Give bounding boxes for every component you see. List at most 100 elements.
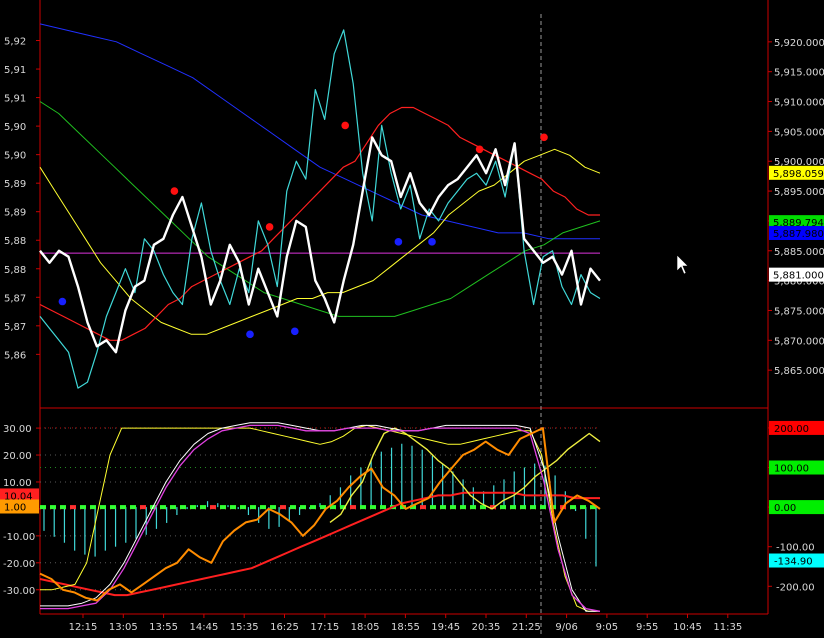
osc-left-tick-label: 30.00 <box>3 424 32 435</box>
zero-line-segment <box>310 505 316 510</box>
zero-line-segment <box>80 505 86 510</box>
price-right-tick-label: 5,865.000 <box>774 366 824 377</box>
price-left-tick-label: 5,92 <box>4 37 26 48</box>
zero-line-segment <box>420 505 426 510</box>
signal-dot <box>475 145 484 154</box>
price-right-tick-label: 5,920.000 <box>774 38 824 49</box>
price-left-tick-label: 5,87 <box>4 293 26 304</box>
zero-line-segment <box>580 505 586 510</box>
zero-line-segment <box>200 505 206 510</box>
price-left-tick-label: 5,89 <box>4 208 26 219</box>
zero-line-segment <box>460 505 466 510</box>
signal-dot <box>265 223 274 231</box>
x-tick-label: 16:25 <box>270 622 299 633</box>
zero-line-segment <box>170 505 176 510</box>
x-tick-label: 9:55 <box>636 622 658 633</box>
x-tick-label: 21:25 <box>512 622 541 633</box>
signal-dot <box>428 238 436 246</box>
price-right-tick-label: 5,895.000 <box>774 187 824 198</box>
osc-value-badge-label: 100.00 <box>774 464 809 475</box>
osc-left-badge-label: 1.00 <box>4 502 26 513</box>
x-tick-label: 18:55 <box>391 622 420 633</box>
price-value-badge-label: 5,881.000 <box>773 271 824 282</box>
zero-line-segment <box>140 505 146 510</box>
price-left-tick-label: 5,86 <box>4 350 26 361</box>
zero-line-segment <box>300 505 306 510</box>
x-tick-label: 14:45 <box>189 622 218 633</box>
zero-line-segment <box>50 505 56 510</box>
zero-line-segment <box>220 505 226 510</box>
price-left-tick-label: 5,90 <box>4 151 26 162</box>
x-tick-label: 19:45 <box>431 622 460 633</box>
x-tick-label: 9/06 <box>555 622 577 633</box>
x-tick-label: 13:55 <box>149 622 178 633</box>
zero-line-segment <box>370 505 376 510</box>
zero-line-segment <box>270 505 276 510</box>
zero-line-segment <box>540 505 546 510</box>
zero-line-segment <box>90 505 96 510</box>
signal-dot <box>341 121 350 130</box>
osc-value-badge-label: 200.00 <box>774 424 809 435</box>
osc-left-tick-label: -10.00 <box>3 532 35 543</box>
price-left-tick-label: 5,91 <box>4 94 26 105</box>
zero-line-segment <box>350 505 356 510</box>
zero-line-segment <box>450 505 456 510</box>
osc-left-tick-label: 20.00 <box>3 451 32 462</box>
zero-line-segment <box>100 505 106 510</box>
zero-line-segment <box>430 505 436 510</box>
signal-dot <box>170 187 179 195</box>
signal-dot <box>394 238 403 246</box>
osc-value-badge-label: 0.00 <box>774 503 796 514</box>
x-tick-label: 9:05 <box>596 622 618 633</box>
zero-line-segment <box>60 505 66 510</box>
zero-line-segment <box>440 505 446 510</box>
zero-line-segment <box>40 505 46 510</box>
osc-value-badge-label: -134.90 <box>774 557 813 568</box>
zero-line-segment <box>500 505 506 510</box>
zero-line-segment <box>280 505 286 510</box>
price-right-tick-label: 5,870.000 <box>774 336 824 347</box>
zero-line-segment <box>470 505 476 510</box>
signal-dot <box>540 133 548 142</box>
signal-dot <box>291 327 299 336</box>
zero-line-segment <box>260 505 266 510</box>
zero-line-segment <box>290 505 296 510</box>
x-tick-label: 10:45 <box>673 622 702 633</box>
zero-line-segment <box>110 505 116 510</box>
x-tick-label: 17:15 <box>310 622 339 633</box>
chart-canvas: 5,92 5,91 5,91 5,90 5,90 5,89 5,89 5,88 5,88 5,87… <box>0 0 824 634</box>
price-left-tick-label: 5,88 <box>4 265 26 276</box>
price-left-tick-label: 5,87 <box>4 322 26 333</box>
zero-line-segment <box>570 505 576 510</box>
zero-line-segment <box>360 505 366 510</box>
zero-line-segment <box>120 505 126 510</box>
osc-left-tick-label: -20.00 <box>3 559 35 570</box>
zero-line-segment <box>520 505 526 510</box>
zero-line-segment <box>210 505 216 510</box>
osc-left-tick-label: 10.00 <box>3 478 32 489</box>
zero-line-segment <box>530 505 536 510</box>
zero-line-segment <box>70 505 76 510</box>
x-tick-label: 11:35 <box>713 622 742 633</box>
zero-line-segment <box>190 505 196 510</box>
zero-line-segment <box>510 505 516 510</box>
price-right-tick-label: 5,910.000 <box>774 98 824 109</box>
zero-line-segment <box>130 505 136 510</box>
x-tick-label: 12:15 <box>69 622 98 633</box>
price-right-tick-label: 5,875.000 <box>774 306 824 317</box>
price-right-tick-label: 5,885.000 <box>774 247 824 258</box>
zero-line-segment <box>230 505 236 510</box>
x-tick-label: 13:05 <box>109 622 138 633</box>
zero-line-segment <box>160 505 166 510</box>
zero-line-segment <box>250 505 256 510</box>
x-tick-label: 20:35 <box>472 622 501 633</box>
price-left-tick-label: 5,89 <box>4 179 26 190</box>
signal-dot <box>58 297 67 306</box>
zero-line-segment <box>240 505 246 510</box>
price-left-tick-label: 5,90 <box>4 122 26 133</box>
zero-line-segment <box>380 505 386 510</box>
price-right-tick-label: 5,915.000 <box>774 68 824 79</box>
signal-dot <box>246 330 254 339</box>
osc-left-tick-label: -30.00 <box>3 586 35 597</box>
x-tick-label: 18:05 <box>351 622 380 633</box>
